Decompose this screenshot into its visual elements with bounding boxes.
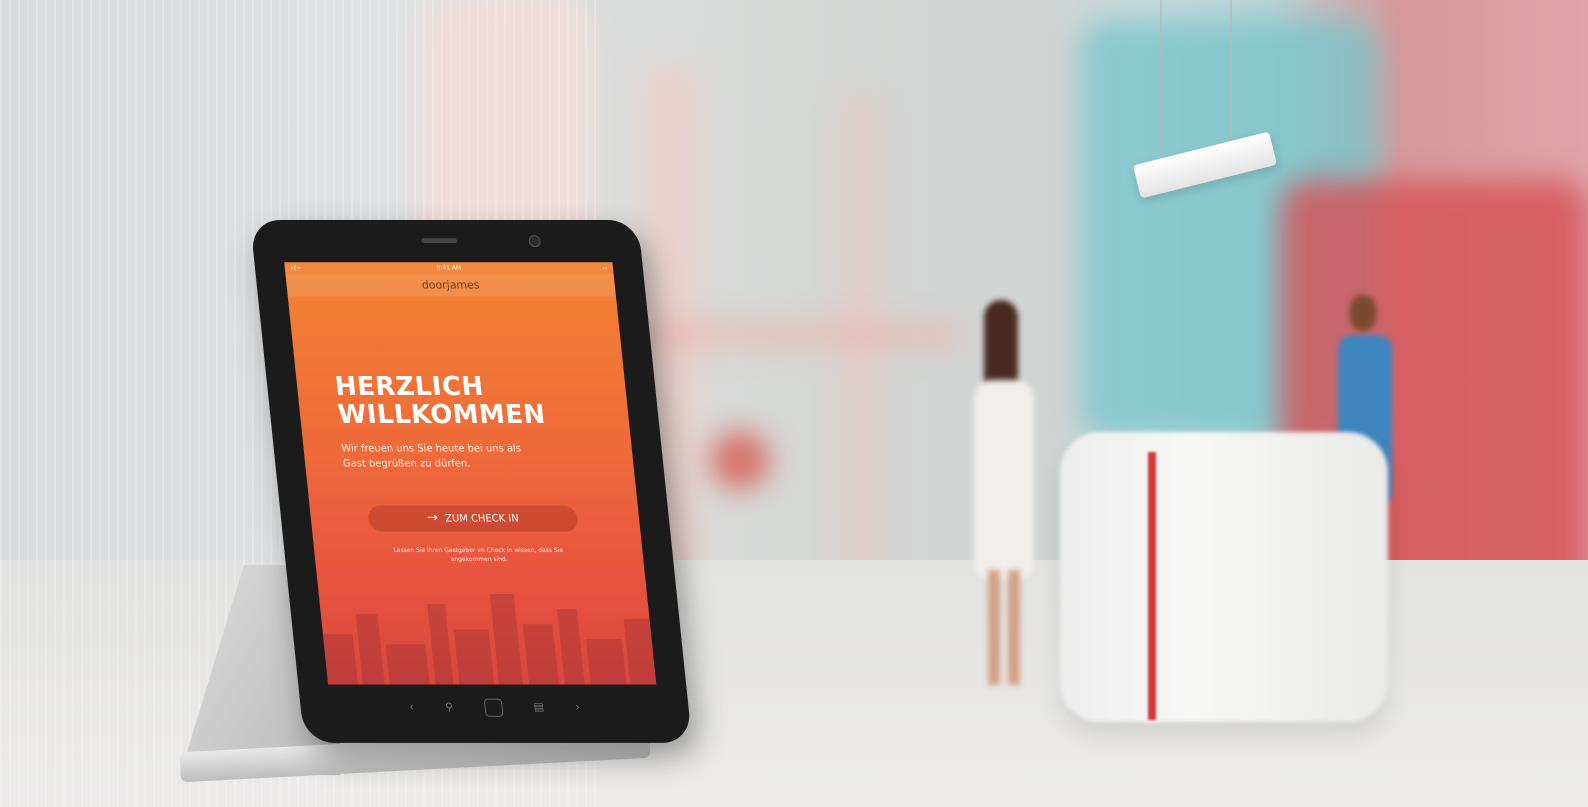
scene: ııll ▾ 9:41 AM ▭ doorjames HERZLICH WILL…: [0, 0, 1588, 807]
checkin-note: Lassen Sie Ihren Gastgeber im Check in w…: [393, 546, 564, 563]
background-red-chair: [710, 430, 770, 490]
status-time: 9:41 AM: [436, 264, 462, 272]
person-visitor: [970, 300, 1040, 690]
forward-icon[interactable]: ›: [575, 701, 581, 714]
reception-desk-stripe: [1148, 452, 1156, 720]
app-logo: doorjames: [421, 278, 481, 292]
checkin-button[interactable]: → ZUM CHECK IN: [367, 505, 579, 532]
background-column: [840, 90, 880, 610]
welcome-title-line2: WILLKOMMEN: [336, 399, 548, 431]
signal-icon: ııll ▾: [290, 265, 301, 272]
arrow-right-icon: →: [426, 510, 439, 526]
battery-icon: ▭: [602, 265, 608, 272]
menu-icon[interactable]: ▤: [533, 701, 545, 714]
welcome-title: HERZLICH WILLKOMMEN: [333, 371, 598, 431]
app-header: doorjames: [285, 274, 616, 297]
back-icon[interactable]: ‹: [409, 701, 415, 714]
tablet-speaker: [420, 238, 458, 244]
checkin-button-label: ZUM CHECK IN: [444, 513, 520, 525]
welcome-title-line1: HERZLICH: [333, 371, 486, 402]
tablet-nav-bar: ‹ ⚲ ▤ ›: [300, 698, 690, 717]
tablet-screen: ııll ▾ 9:41 AM ▭ doorjames HERZLICH WILL…: [284, 262, 657, 685]
background-beam: [600, 320, 960, 350]
welcome-subtitle: Wir freuen uns Sie heute bei uns als Gas…: [340, 443, 522, 470]
home-button-icon[interactable]: [483, 698, 504, 717]
lamp-wire: [1230, 0, 1232, 150]
search-icon[interactable]: ⚲: [444, 701, 453, 714]
tablet-camera-icon: [528, 235, 542, 248]
lamp-wire: [1160, 0, 1162, 170]
status-bar: ııll ▾ 9:41 AM ▭: [284, 262, 614, 275]
city-skyline-image: [322, 594, 657, 685]
reception-desk: [1060, 432, 1388, 722]
tablet-device: ııll ▾ 9:41 AM ▭ doorjames HERZLICH WILL…: [250, 220, 693, 743]
